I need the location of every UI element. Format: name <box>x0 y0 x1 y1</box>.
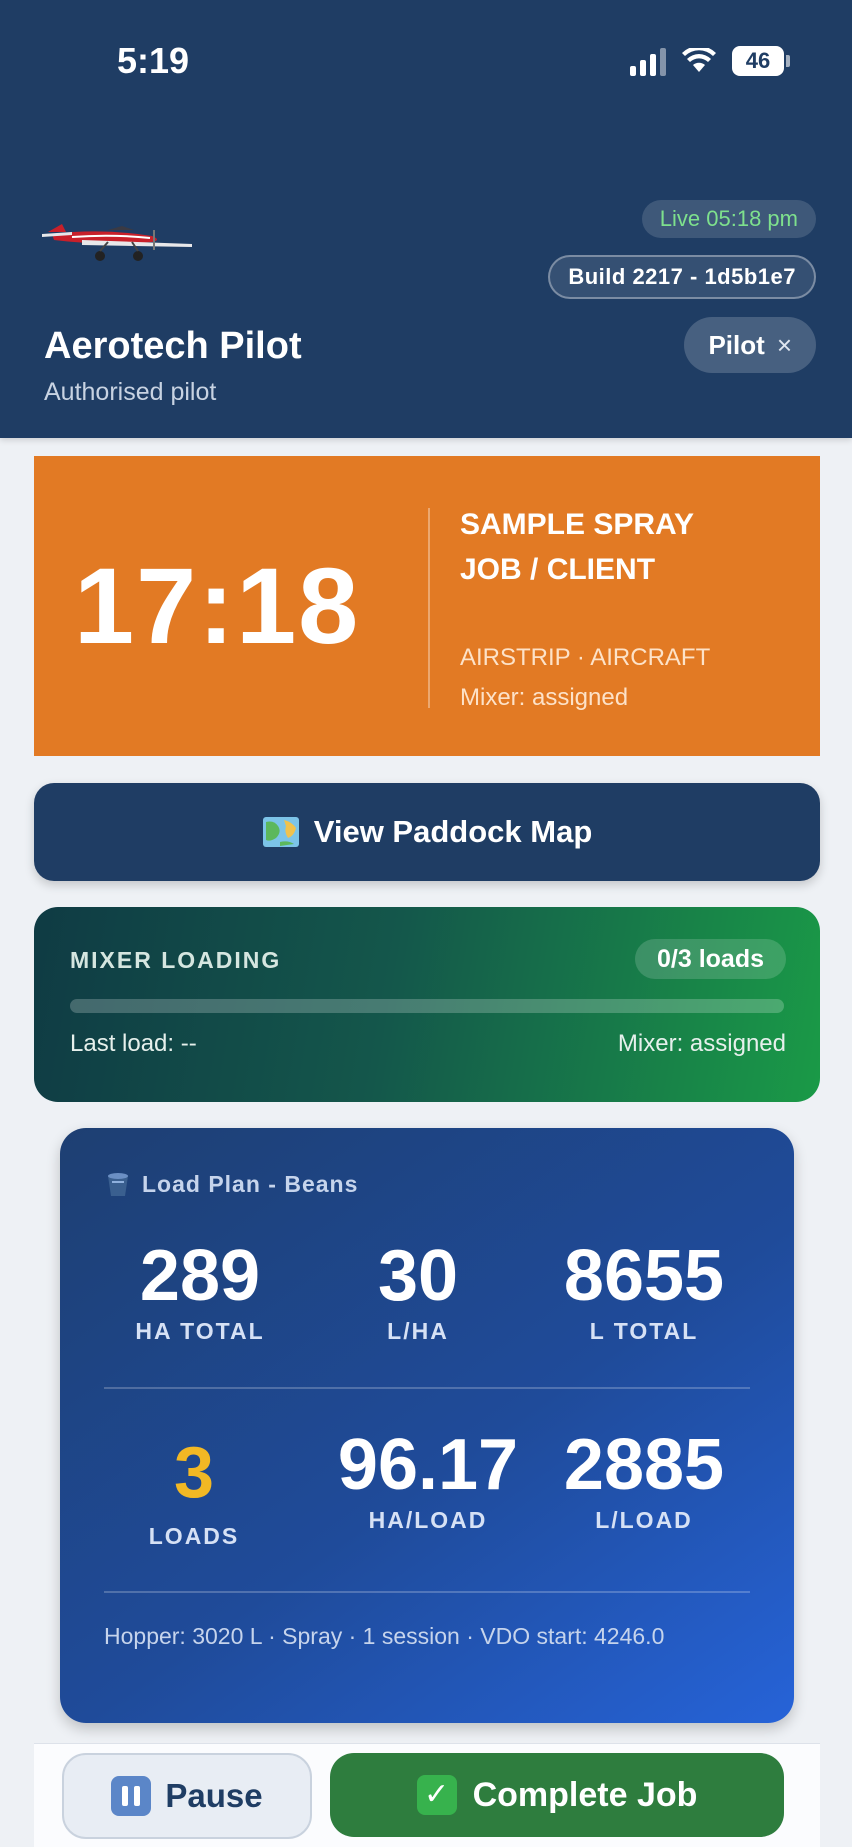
stat-value: 8655 <box>563 1236 725 1316</box>
divider <box>104 1387 750 1389</box>
stat-label: HA/LOAD <box>368 1507 488 1533</box>
last-load-text: Last load: -- <box>70 1030 197 1057</box>
load-plan-header: Load Plan - Beans <box>104 1170 358 1198</box>
pause-button[interactable]: Pause <box>62 1753 312 1839</box>
aircraft-logo <box>42 224 192 261</box>
stat-loads: 3 LOADS <box>84 1433 304 1550</box>
view-paddock-map-label: View Paddock Map <box>313 814 593 849</box>
bucket-icon <box>108 1173 128 1196</box>
stat-label: HA TOTAL <box>135 1318 265 1344</box>
stat-ha-per-load: 96.17 HA/LOAD <box>308 1425 548 1534</box>
stat-value: 3 <box>173 1433 215 1513</box>
load-plan-title: Load Plan - Beans <box>142 1170 359 1197</box>
stat-value: 96.17 <box>337 1425 519 1505</box>
stat-l-total: 8655 L TOTAL <box>534 1236 754 1345</box>
job-mixer-status: Mixer: assigned <box>460 684 629 711</box>
app-header: 5:19 46 Live 05:18 pm Build 2217 - 1d5b1… <box>0 0 852 438</box>
close-icon[interactable]: × <box>777 330 792 361</box>
app-title: Aerotech Pilot <box>44 325 302 367</box>
load-plan-card: Load Plan - Beans 289 HA TOTAL 30 L/HA 8… <box>60 1128 794 1723</box>
job-timer-card: 17:18 SAMPLE SPRAY JOB / CLIENT AIRSTRIP… <box>34 456 820 756</box>
stat-label: LOADS <box>148 1523 240 1549</box>
live-clock-badge: Live 05:18 pm <box>641 200 816 238</box>
view-paddock-map-button[interactable]: View Paddock Map <box>34 783 820 881</box>
stat-label: L/LOAD <box>595 1507 693 1533</box>
pause-label: Pause <box>165 1777 263 1814</box>
divider <box>428 508 430 708</box>
load-plan-footer: Hopper: 3020 L · Spray · 1 session · VDO… <box>104 1623 665 1649</box>
mixer-progress-bar <box>70 999 784 1013</box>
stat-value: 289 <box>139 1236 261 1316</box>
bottom-action-bar: Pause ✓ Complete Job <box>34 1743 820 1847</box>
pilot-role-label: Pilot <box>708 329 765 360</box>
battery-level: 46 <box>732 46 784 76</box>
mixer-assigned-text: Mixer: assigned <box>617 1030 786 1057</box>
stat-l-per-ha: 30 L/HA <box>308 1236 528 1345</box>
pilot-role-chip[interactable]: Pilot × <box>684 317 816 373</box>
loads-count-badge: 0/3 loads <box>635 939 786 979</box>
status-icons: 46 <box>630 46 790 76</box>
complete-job-label: Complete Job <box>472 1775 698 1814</box>
checkmark-icon: ✓ <box>416 1775 457 1815</box>
stat-label: L/HA <box>387 1318 449 1344</box>
map-icon <box>262 817 299 847</box>
divider <box>104 1591 750 1593</box>
stat-ha-total: 289 HA TOTAL <box>90 1236 310 1345</box>
cellular-signal-icon <box>630 46 666 76</box>
mixer-loading-label: MIXER LOADING <box>70 947 282 973</box>
job-title: SAMPLE SPRAY JOB / CLIENT <box>460 508 694 586</box>
job-location-aircraft: AIRSTRIP · AIRCRAFT <box>460 644 711 671</box>
stat-value: 2885 <box>563 1425 725 1505</box>
complete-job-button[interactable]: ✓ Complete Job <box>330 1753 784 1837</box>
pause-icon <box>111 1776 152 1816</box>
stat-label: L TOTAL <box>589 1318 699 1344</box>
battery-icon: 46 <box>732 46 790 76</box>
build-badge: Build 2217 - 1d5b1e7 <box>548 255 816 299</box>
mixer-loading-card: MIXER LOADING 0/3 loads Last load: -- Mi… <box>34 907 820 1102</box>
stat-value: 30 <box>377 1236 459 1316</box>
job-timer: 17:18 <box>74 545 361 666</box>
wifi-icon <box>682 48 716 72</box>
stat-l-per-load: 2885 L/LOAD <box>534 1425 754 1534</box>
status-time: 5:19 <box>117 40 190 81</box>
app-subtitle: Authorised pilot <box>44 378 217 406</box>
